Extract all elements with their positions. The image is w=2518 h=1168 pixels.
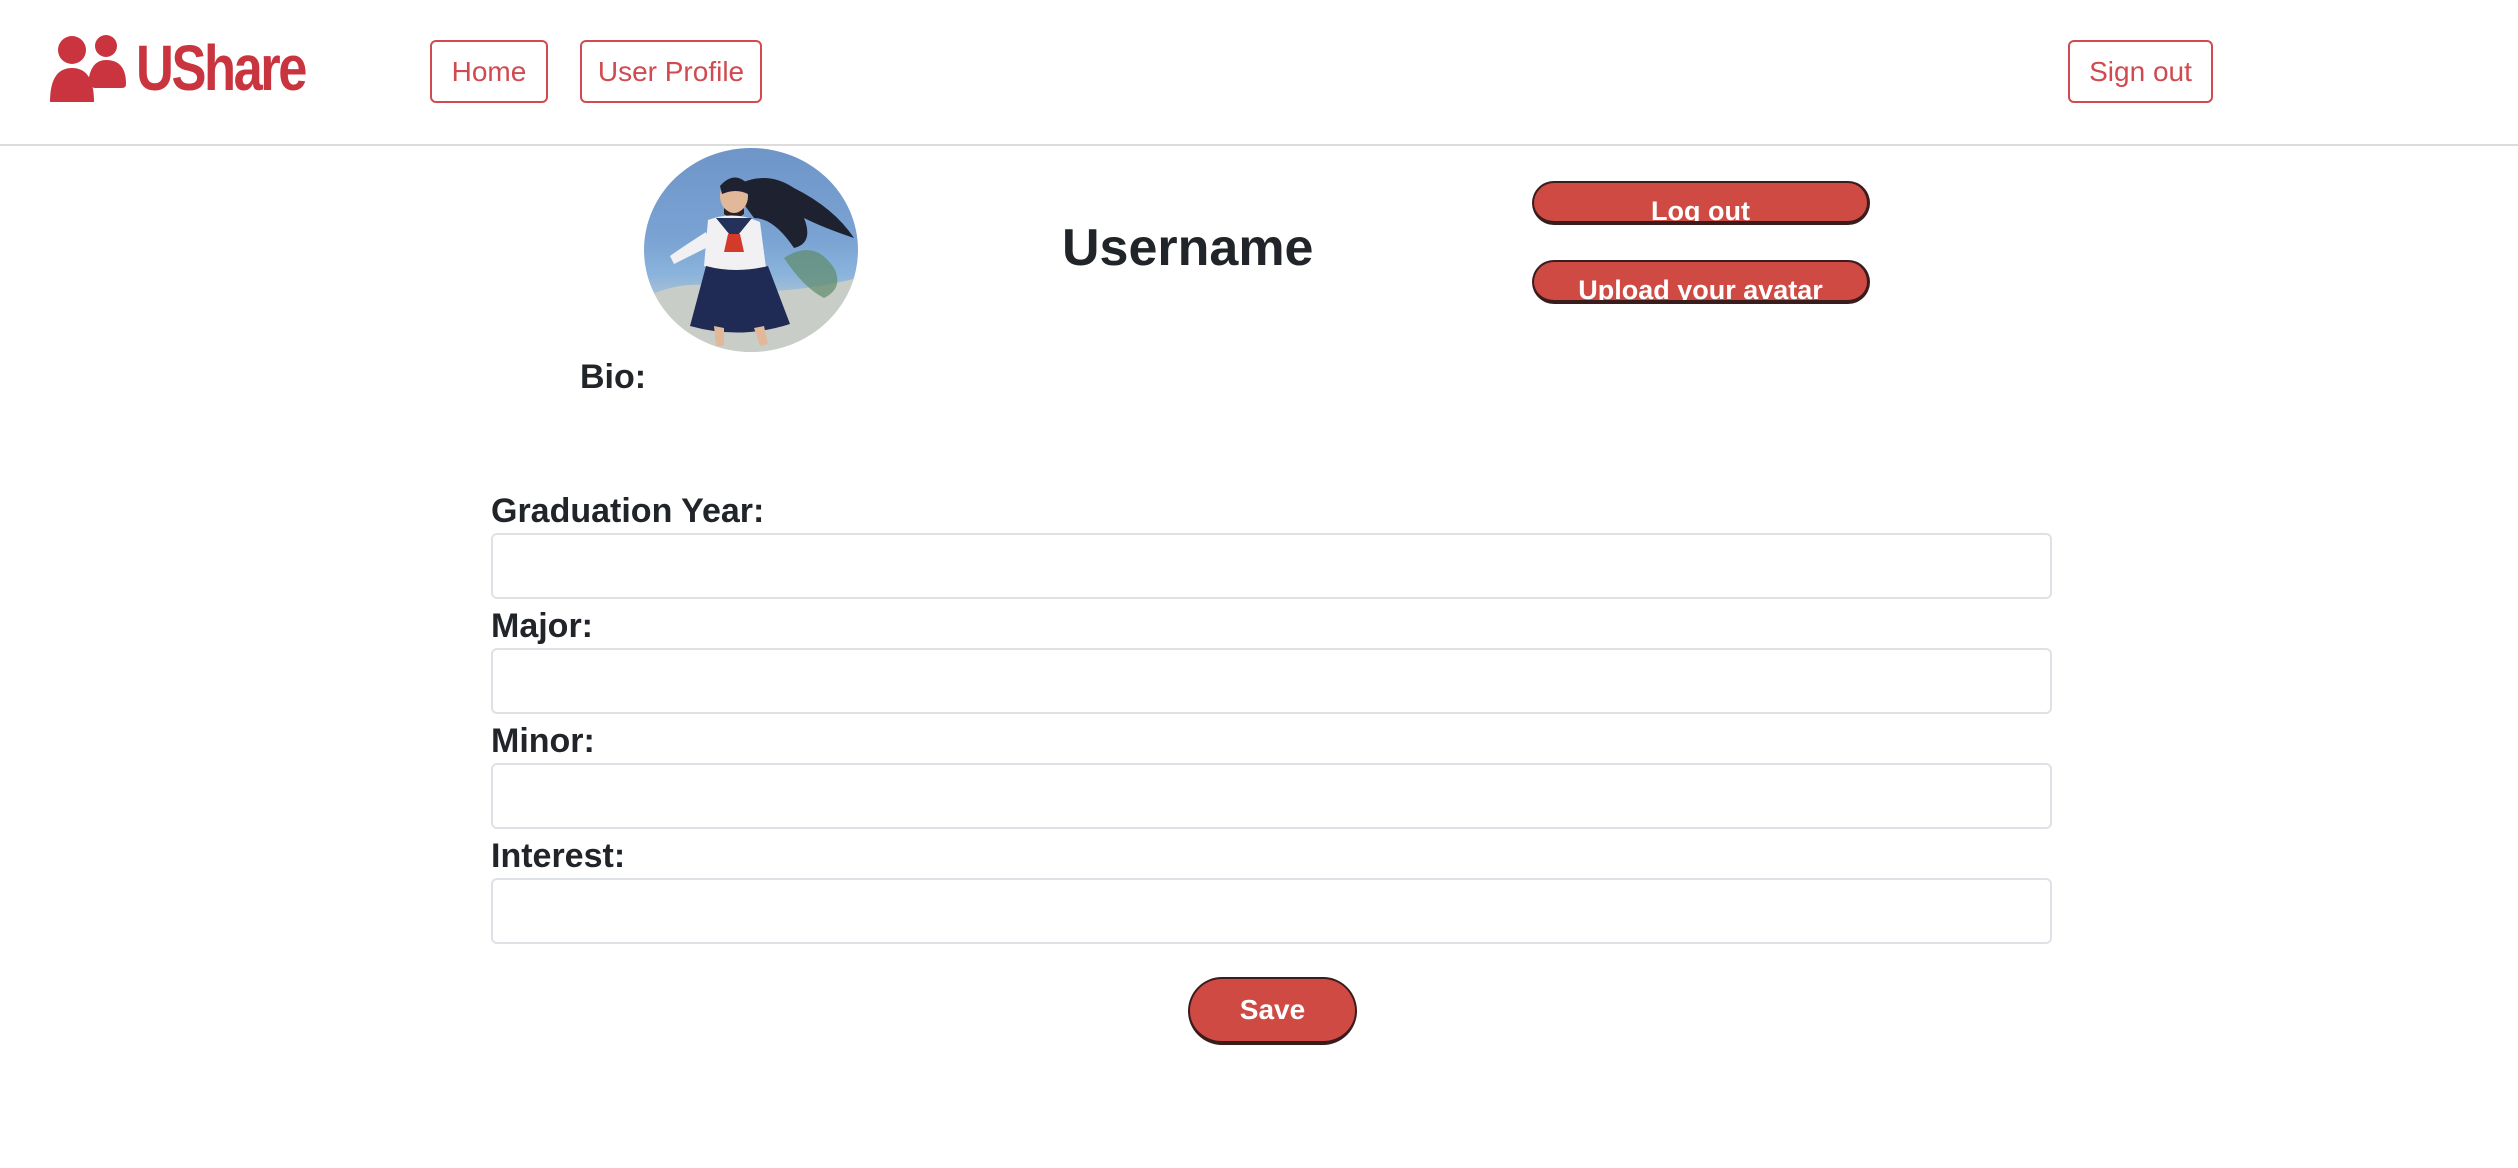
nav-user-profile-button[interactable]: User Profile xyxy=(580,40,762,103)
graduation-year-label: Graduation Year: xyxy=(491,492,765,530)
graduation-year-input[interactable] xyxy=(491,533,2052,599)
brand-name: UShare xyxy=(136,32,307,104)
interest-input[interactable] xyxy=(491,878,2052,944)
major-label: Major: xyxy=(491,607,593,645)
major-input[interactable] xyxy=(491,648,2052,714)
upload-avatar-label: Upload your avatar xyxy=(1578,275,1823,304)
interest-label: Interest: xyxy=(491,837,626,875)
users-icon xyxy=(50,35,126,102)
log-out-button[interactable]: Log out xyxy=(1532,181,1870,225)
avatar-illustration xyxy=(644,177,858,352)
nav-sign-out-button[interactable]: Sign out xyxy=(2068,40,2213,103)
nav-home-button[interactable]: Home xyxy=(430,40,548,103)
top-navbar: UShare Home User Profile Sign out xyxy=(0,0,2518,146)
username-heading: Username xyxy=(1062,219,1314,277)
save-button[interactable]: Save xyxy=(1188,977,1357,1045)
avatar xyxy=(644,148,858,352)
upload-avatar-button[interactable]: Upload your avatar xyxy=(1532,260,1870,304)
minor-label: Minor: xyxy=(491,722,595,760)
brand-logo[interactable]: UShare xyxy=(48,30,342,106)
bio-label: Bio: xyxy=(580,358,647,396)
log-out-label: Log out xyxy=(1651,196,1750,225)
minor-input[interactable] xyxy=(491,763,2052,829)
